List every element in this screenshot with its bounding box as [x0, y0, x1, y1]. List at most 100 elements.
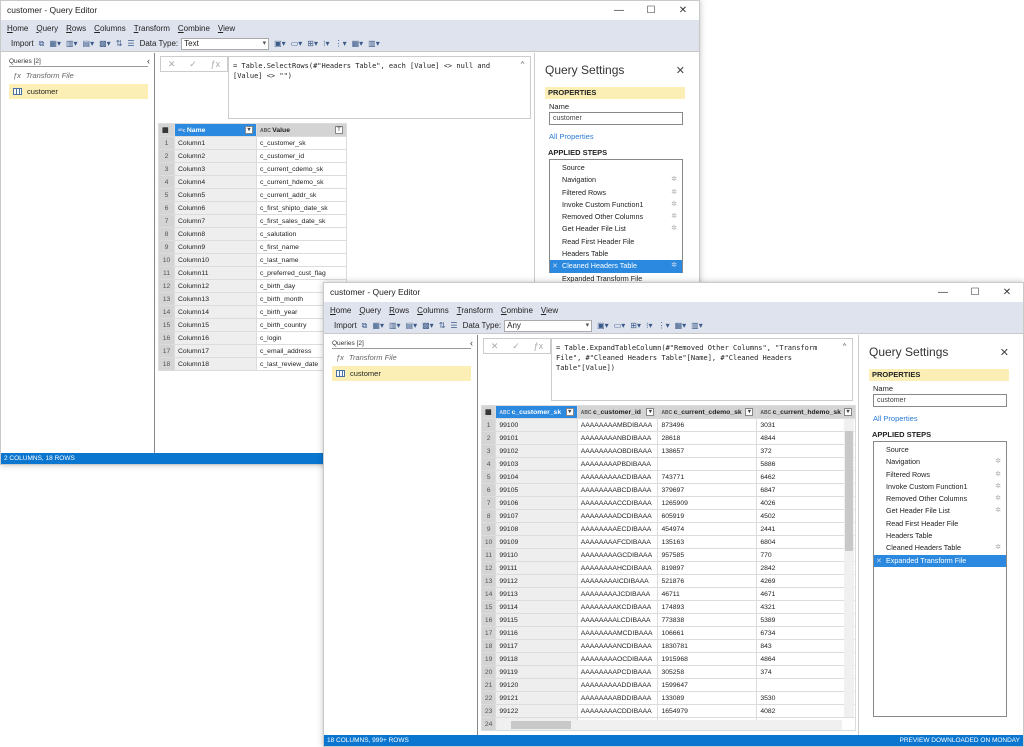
table-cell[interactable]: 6847 [756, 483, 856, 497]
row-number[interactable]: 17 [158, 344, 175, 358]
table-cell[interactable]: 99106 [495, 496, 578, 510]
column-options-icon[interactable]: ▥▾ [66, 39, 78, 48]
table-cell[interactable]: 6734 [756, 626, 856, 640]
row-number[interactable]: 10 [480, 535, 497, 549]
row-number[interactable]: 6 [480, 483, 497, 497]
applied-step[interactable]: Read First Header File [550, 236, 682, 248]
data-source-settings-icon[interactable]: ▥▾ [368, 39, 380, 48]
table-cell[interactable]: 6462 [756, 470, 856, 484]
row-number[interactable]: 18 [158, 357, 175, 371]
table-cell[interactable]: Column7 [174, 214, 257, 228]
table-cell[interactable]: 99109 [495, 535, 578, 549]
table-cell[interactable]: 99110 [495, 548, 578, 562]
row-number[interactable]: 11 [480, 548, 497, 562]
row-number[interactable]: 2 [480, 431, 497, 445]
horizontal-scrollbar[interactable] [499, 720, 842, 730]
row-number[interactable]: 4 [158, 175, 175, 189]
table-cell[interactable]: AAAAAAAACCDIBAAA [576, 496, 659, 510]
collapse-pane-icon[interactable]: ‹ [470, 338, 473, 348]
table-cell[interactable]: AAAAAAAAHCDIBAAA [576, 561, 659, 575]
row-number[interactable]: 21 [480, 678, 497, 692]
refresh-preview-icon[interactable]: ⧉ [362, 321, 368, 331]
gear-icon[interactable]: ✲ [671, 174, 677, 186]
table-cell[interactable]: 605919 [657, 509, 758, 523]
maximize-button[interactable]: ☐ [959, 283, 991, 302]
properties-section[interactable]: PROPERTIES [545, 87, 685, 99]
table-cell[interactable]: 135163 [657, 535, 758, 549]
table-cell[interactable]: Column3 [174, 162, 257, 176]
row-number[interactable]: 24 [480, 717, 497, 731]
table-cell[interactable]: AAAAAAAAPBDIBAAA [576, 457, 659, 471]
minimize-button[interactable]: — [603, 1, 635, 20]
table-cell[interactable]: 1654979 [657, 704, 758, 718]
table-cell[interactable]: 770 [756, 548, 856, 562]
column-header-c-current-hdemo-sk[interactable]: ABC c_current_hdemo_sk ▾ [756, 405, 856, 419]
table-cell[interactable]: c_current_hdemo_sk [256, 175, 347, 189]
gear-icon[interactable]: ✲ [671, 211, 677, 223]
query-name-input[interactable]: customer [549, 112, 683, 125]
table-cell[interactable]: 1265909 [657, 496, 758, 510]
applied-step[interactable]: Get Header File List ✲ [550, 223, 682, 235]
row-number[interactable]: 23 [480, 704, 497, 718]
close-settings-icon[interactable]: ✕ [1000, 346, 1009, 359]
table-cell[interactable]: 3530 [756, 691, 856, 705]
data-source-settings-icon[interactable]: ▥▾ [691, 321, 703, 330]
table-cell[interactable]: 4321 [756, 600, 856, 614]
table-cell[interactable]: AAAAAAAAGCDIBAAA [576, 548, 659, 562]
table-cell[interactable]: 4502 [756, 509, 856, 523]
table-cell[interactable]: AAAAAAAABCDIBAAA [576, 483, 659, 497]
append-queries-icon[interactable]: ⁝▾ [646, 321, 653, 330]
group-by-icon[interactable]: ☰ [450, 321, 457, 330]
table-cell[interactable]: 2842 [756, 561, 856, 575]
table-cell[interactable]: 99108 [495, 522, 578, 536]
table-cell[interactable]: 99112 [495, 574, 578, 588]
table-cell[interactable]: c_first_shipto_date_sk [256, 201, 347, 215]
applied-step[interactable]: Filtered Rows ✲ [550, 187, 682, 199]
table-cell[interactable]: Column5 [174, 188, 257, 202]
table-cell[interactable]: 99114 [495, 600, 578, 614]
table-cell[interactable]: AAAAAAAAPCDIBAAA [576, 665, 659, 679]
table-cell[interactable]: AAAAAAAAJCDIBAAA [576, 587, 659, 601]
type-any-icon[interactable]: ABC [260, 128, 272, 134]
table-cell[interactable]: AAAAAAAAICDIBAAA [576, 574, 659, 588]
row-number[interactable]: 12 [480, 561, 497, 575]
table-cell[interactable]: 6804 [756, 535, 856, 549]
insert-function-icon[interactable]: ƒx [534, 341, 544, 351]
row-number[interactable]: 22 [480, 691, 497, 705]
row-number[interactable]: 5 [158, 188, 175, 202]
merge-queries-icon[interactable]: ⊞▾ [630, 321, 641, 330]
table-cell[interactable]: Column12 [174, 279, 257, 293]
table-cell[interactable]: Column6 [174, 201, 257, 215]
table-cell[interactable]: 2441 [756, 522, 856, 536]
row-number[interactable]: 5 [480, 470, 497, 484]
menu-columns[interactable]: Columns [94, 24, 126, 33]
table-cell[interactable]: 174893 [657, 600, 758, 614]
filter-dropdown-icon[interactable]: ⊤ [335, 126, 343, 134]
data-type-select[interactable]: Text [181, 37, 270, 50]
table-cell[interactable]: 5886 [756, 457, 856, 471]
row-number[interactable]: 9 [158, 240, 175, 254]
table-cell[interactable]: 99121 [495, 691, 578, 705]
applied-step[interactable]: Headers Table [550, 248, 682, 260]
applied-step[interactable]: Removed Other Columns ✲ [550, 211, 682, 223]
table-cell[interactable]: 46711 [657, 587, 758, 601]
table-cell[interactable]: Column11 [174, 266, 257, 280]
table-cell[interactable]: 99107 [495, 509, 578, 523]
gear-icon[interactable]: ✲ [995, 542, 1001, 554]
combine-files-icon[interactable]: ⋮▾ [658, 321, 670, 330]
table-cell[interactable]: c_first_sales_date_sk [256, 214, 347, 228]
table-cell[interactable]: AAAAAAAANBDIBAAA [576, 431, 659, 445]
collapse-formula-icon[interactable]: ⌃ [520, 60, 525, 70]
table-cell[interactable]: 99101 [495, 431, 578, 445]
table-cell[interactable]: Column16 [174, 331, 257, 345]
column-header-c-customer-id[interactable]: ABC c_customer_id ▾ [576, 405, 659, 419]
menu-transform[interactable]: Transform [134, 24, 170, 33]
table-cell[interactable]: AAAAAAAAACDIBAAA [576, 470, 659, 484]
table-cell[interactable]: AAAAAAAAFCDIBAAA [576, 535, 659, 549]
row-number[interactable]: 3 [480, 444, 497, 458]
table-cell[interactable]: Column10 [174, 253, 257, 267]
query-item-transform-file[interactable]: ƒx Transform File [332, 350, 471, 365]
filter-dropdown-icon[interactable]: ▾ [646, 408, 655, 416]
filter-dropdown-icon[interactable]: ▾ [245, 126, 253, 134]
table-cell[interactable]: 28618 [657, 431, 758, 445]
